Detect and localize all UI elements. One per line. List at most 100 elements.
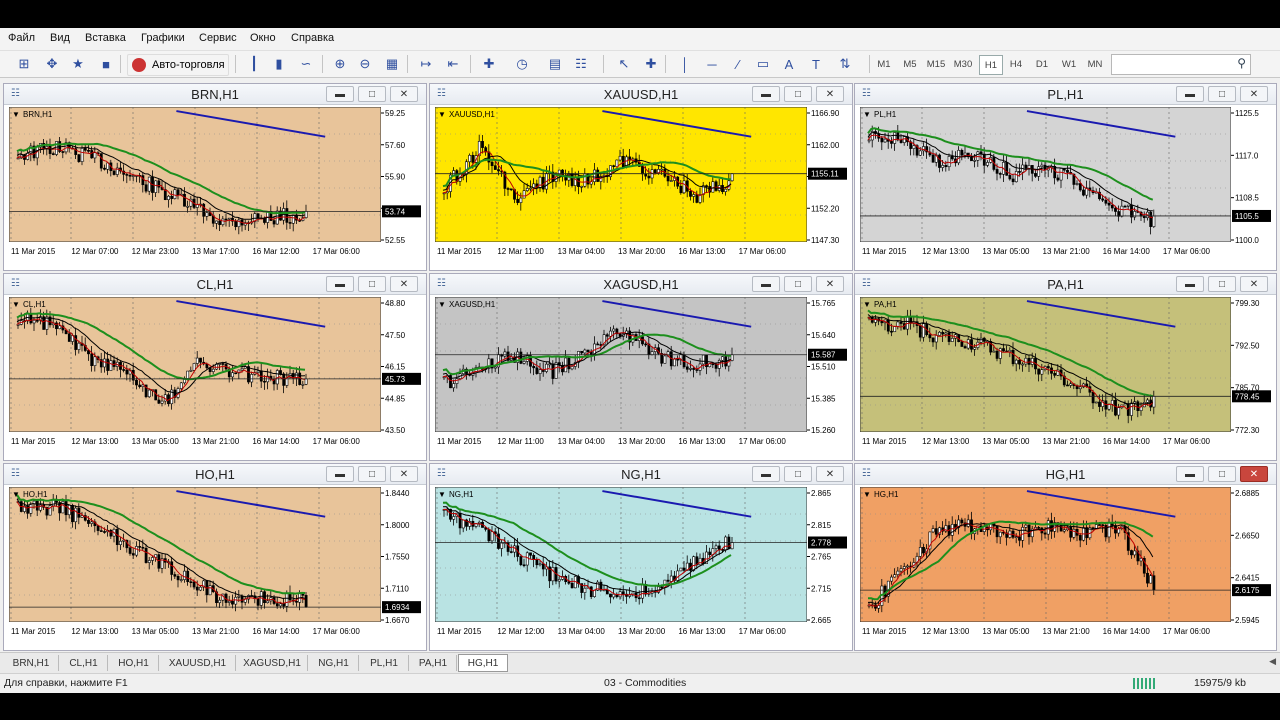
text-icon[interactable]: A [779, 54, 799, 74]
indicators-icon[interactable]: ✚ [479, 54, 499, 74]
chart-canvas[interactable]: HO,H1▼ 1.8440 1.8000 1.7550 1.7110 1.6670 1.69… [9, 487, 421, 648]
zoom-out-icon[interactable]: ⊖ [355, 54, 375, 74]
crosshair-tool-icon[interactable]: ✚ [641, 54, 661, 74]
chart-title-bar[interactable]: ☷ HG,H1 ▬ □ ✕ [855, 464, 1276, 485]
tile-windows-icon[interactable]: ▦ [382, 54, 402, 74]
chart-title-bar[interactable]: ☷ NG,H1 ▬ □ ✕ [430, 464, 852, 485]
line-chart-icon[interactable]: ∽ [296, 54, 316, 74]
timeframe-h1[interactable]: H1 [979, 55, 1003, 75]
close-button[interactable]: ✕ [1240, 276, 1268, 292]
maximize-button[interactable]: □ [358, 276, 386, 292]
chart-window-clh[interactable]: ☷ CL,H1 ▬ □ ✕ CL,H1 ▼ 48.80 47.50 46.15 44.85 43.50… [3, 273, 427, 461]
menu-0[interactable]: Файл [8, 32, 35, 44]
chart-tab[interactable]: PA,H1 [410, 655, 457, 671]
chart-title-bar[interactable]: ☷ CL,H1 ▬ □ ✕ [4, 274, 426, 295]
search-input[interactable]: ⚲ [1111, 54, 1251, 75]
chart-title-bar[interactable]: ☷ BRN,H1 ▬ □ ✕ [4, 84, 426, 105]
menu-1[interactable]: Вид [50, 32, 70, 44]
chart-title-bar[interactable]: ☷ PA,H1 ▬ □ ✕ [855, 274, 1276, 295]
maximize-button[interactable]: □ [784, 466, 812, 482]
close-button[interactable]: ✕ [816, 276, 844, 292]
scripts-icon[interactable]: ☷ [571, 54, 591, 74]
close-button[interactable]: ✕ [390, 466, 418, 482]
chart-canvas[interactable]: PA,H1▼ 799.30792.50785.70772.30778.4511 M… [860, 297, 1271, 458]
chart-tab[interactable]: HO,H1 [109, 655, 159, 671]
horizontal-line-icon[interactable]: ─ [702, 54, 722, 74]
close-button[interactable]: ✕ [1240, 86, 1268, 102]
chart-shift-icon[interactable]: ⇤ [443, 54, 463, 74]
autotrading-button[interactable]: Авто-торговля [127, 54, 229, 76]
periods-icon[interactable]: ◷ [512, 54, 532, 74]
menu-3[interactable]: Графики [141, 32, 185, 44]
tabs-scroll-icon[interactable]: ◀ [1269, 656, 1276, 667]
chart-title-bar[interactable]: ☷ PL,H1 ▬ □ ✕ [855, 84, 1276, 105]
minimize-button[interactable]: ▬ [752, 276, 780, 292]
chart-canvas[interactable]: NG,H1▼ 2.865 2.815 2.765 2.715 2.665 2.778 11 M… [435, 487, 847, 648]
minimize-button[interactable]: ▬ [752, 466, 780, 482]
chart-canvas[interactable]: XAGUSD,H1▼ 15.765 15.640 15.510 15.385 15.260… [435, 297, 847, 458]
chart-window-xagusdh[interactable]: ☷ XAGUSD,H1 ▬ □ ✕ XAGUSD,H1 ▼ 15.765 15.640 15.51… [429, 273, 853, 461]
vertical-line-icon[interactable]: │ [675, 54, 695, 74]
timeframe-w1[interactable]: W1 [1058, 55, 1080, 73]
trendline-icon[interactable]: ∕ [728, 54, 748, 74]
chart-tab[interactable]: PL,H1 [360, 655, 409, 671]
chart-menu-arrow-icon[interactable]: ▼ [438, 110, 446, 119]
chart-tab[interactable]: CL,H1 [60, 655, 108, 671]
chart-canvas[interactable]: HG,H1▼ 2.6885 2.6650 2.6415 2.5945 2.6175 11 M… [860, 487, 1271, 648]
close-button[interactable]: ✕ [816, 466, 844, 482]
zoom-in-icon[interactable]: ⊕ [330, 54, 350, 74]
label-icon[interactable]: T [806, 54, 826, 74]
minimize-button[interactable]: ▬ [752, 86, 780, 102]
chart-tab[interactable]: BRN,H1 [4, 655, 59, 671]
chart-tab[interactable]: NG,H1 [309, 655, 359, 671]
minimize-button[interactable]: ▬ [1176, 86, 1204, 102]
chart-menu-arrow-icon[interactable]: ▼ [12, 300, 20, 309]
chart-menu-arrow-icon[interactable]: ▼ [12, 110, 20, 119]
arrows-icon[interactable]: ⇅ [835, 54, 855, 74]
chart-window-hgh[interactable]: ☷ HG,H1 ▬ □ ✕ HG,H1 ▼ 2.6885 2.6650 2.6415 2.5945 2… [854, 463, 1277, 651]
menu-4[interactable]: Сервис [199, 32, 237, 44]
chart-tab[interactable]: XAGUSD,H1 [237, 655, 308, 671]
chart-window-ngh[interactable]: ☷ NG,H1 ▬ □ ✕ NG,H1 ▼ 2.865 2.815 2.765 2.715 2.665… [429, 463, 853, 651]
chart-title-bar[interactable]: ☷ HO,H1 ▬ □ ✕ [4, 464, 426, 485]
chart-menu-arrow-icon[interactable]: ▼ [438, 300, 446, 309]
autoscroll-icon[interactable]: ↦ [416, 54, 436, 74]
maximize-button[interactable]: □ [358, 86, 386, 102]
chart-canvas[interactable]: CL,H1▼ 48.80 47.50 46.15 44.85 43.50 45.73 11 M… [9, 297, 421, 458]
close-button[interactable]: ✕ [816, 86, 844, 102]
chart-plot-area[interactable] [860, 487, 1232, 623]
chart-canvas[interactable]: BRN,H1▼59.2557.6055.9054.2052.5553.7411 … [9, 107, 421, 268]
menu-6[interactable]: Справка [291, 32, 334, 44]
timeframe-m5[interactable]: M5 [899, 55, 921, 73]
minimize-button[interactable]: ▬ [326, 276, 354, 292]
new-chart-icon[interactable]: ⊞ [14, 54, 34, 74]
chart-title-bar[interactable]: ☷ XAGUSD,H1 ▬ □ ✕ [430, 274, 852, 295]
maximize-button[interactable]: □ [1208, 276, 1236, 292]
timeframe-m30[interactable]: M30 [952, 55, 974, 73]
crosshair-icon[interactable]: ✥ [42, 54, 62, 74]
close-button[interactable]: ✕ [390, 86, 418, 102]
templates-icon[interactable]: ▤ [545, 54, 565, 74]
timeframe-mn[interactable]: MN [1084, 55, 1106, 73]
minimize-button[interactable]: ▬ [326, 466, 354, 482]
bar-chart-icon[interactable]: ┃ [244, 54, 264, 74]
chart-canvas[interactable]: XAUUSD,H1▼1166.901162.001157.101152.2011… [435, 107, 847, 268]
chart-window-xauusdh[interactable]: ☷ XAUUSD,H1 ▬ □ ✕ XAUUSD,H1 ▼ 1166.90 1162.00 115… [429, 83, 853, 271]
chart-menu-arrow-icon[interactable]: ▼ [863, 110, 871, 119]
timeframe-h4[interactable]: H4 [1005, 55, 1027, 73]
close-button[interactable]: ✕ [390, 276, 418, 292]
chart-window-plh[interactable]: ☷ PL,H1 ▬ □ ✕ PL,H1 ▼ 1125.5 1117.0 1108.5 1100.0 1… [854, 83, 1277, 271]
chart-title-bar[interactable]: ☷ XAUUSD,H1 ▬ □ ✕ [430, 84, 852, 105]
maximize-button[interactable]: □ [784, 86, 812, 102]
minimize-button[interactable]: ▬ [1176, 276, 1204, 292]
menu-5[interactable]: Окно [250, 32, 276, 44]
chart-menu-arrow-icon[interactable]: ▼ [438, 490, 446, 499]
maximize-button[interactable]: □ [358, 466, 386, 482]
minimize-button[interactable]: ▬ [1176, 466, 1204, 482]
maximize-button[interactable]: □ [1208, 466, 1236, 482]
chart-window-brnh[interactable]: ☷BRN,H1▬□✕BRN,H1▼59.2557.6055.9054.2052.… [3, 83, 427, 271]
chart-tab[interactable]: HG,H1 [458, 654, 508, 672]
chart-menu-arrow-icon[interactable]: ▼ [12, 490, 20, 499]
channel-icon[interactable]: ▭ [753, 54, 773, 74]
minimize-button[interactable]: ▬ [326, 86, 354, 102]
